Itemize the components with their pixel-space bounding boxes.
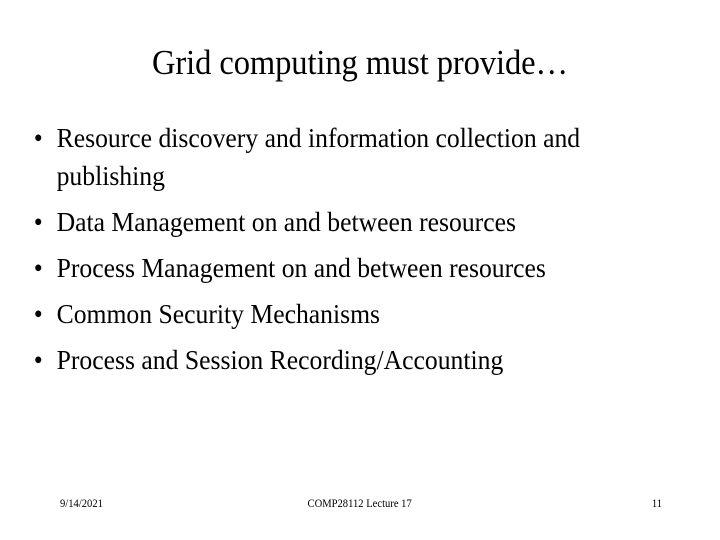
bullet-list: • Resource discovery and information col… [30,119,685,379]
bullet-point-icon: • [33,345,43,375]
slide-canvas: Grid computing must provide… • Resource … [0,0,720,540]
bullet-point-icon: • [33,299,43,329]
bullet-point-icon: • [33,123,43,153]
page-title: Grid computing must provide… [151,43,568,82]
list-item-label: Common Security Mechanisms [56,299,381,329]
list-item-label: Process Management on and between resour… [56,253,546,283]
list-item: • Process and Session Recording/Accounti… [30,341,652,379]
list-item: • Process Management on and between reso… [30,249,652,287]
list-item: • Data Management on and between resourc… [30,203,652,241]
bullet-point-icon: • [33,207,43,237]
footer-course-text: COMP28112 Lecture 17 [307,498,413,510]
footer-course-label: COMP28112 Lecture 17 [0,494,720,514]
list-item: • Common Security Mechanisms [30,295,652,333]
list-item-label: Process and Session Recording/Accounting [56,345,504,375]
slide-footer: 9/14/2021 COMP28112 Lecture 17 11 [0,494,720,514]
list-item: • Resource discovery and information col… [30,119,652,195]
footer-page-number: 11 [651,498,662,510]
list-item-label: Resource discovery and information colle… [56,123,581,191]
list-item-label: Data Management on and between resources [56,207,516,237]
bullet-point-icon: • [33,253,43,283]
